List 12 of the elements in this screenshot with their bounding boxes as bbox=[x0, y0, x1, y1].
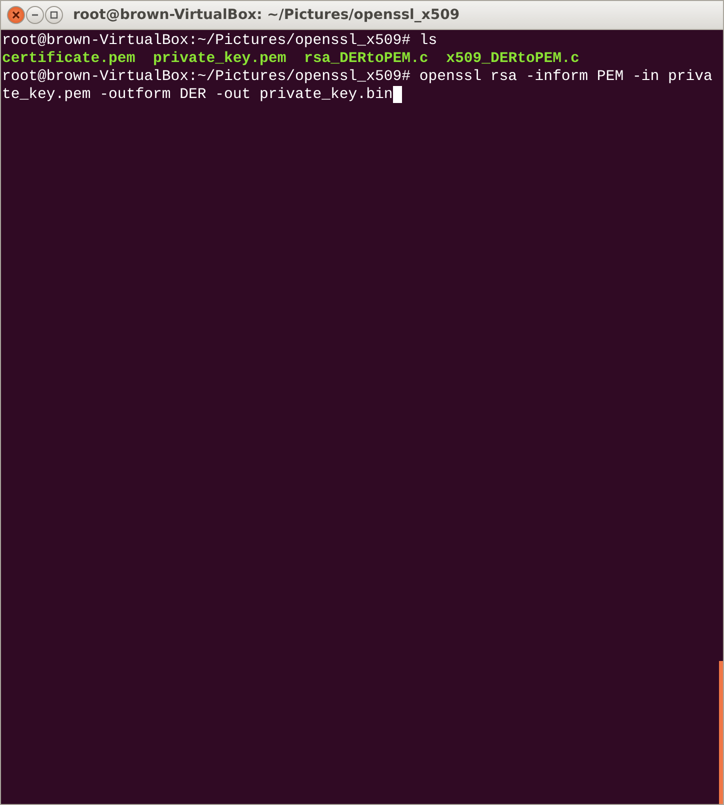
file-name: x509_DERtoPEM.c bbox=[446, 50, 580, 68]
maximize-button[interactable] bbox=[45, 6, 63, 24]
terminal-line: te_key.pem -outform DER -out private_key.bin bbox=[2, 86, 393, 104]
file-name: private_key.pem bbox=[153, 50, 286, 68]
terminal-line: root@brown-VirtualBox:~/Pictures/openssl_x509# ls bbox=[2, 32, 438, 50]
terminal-line: root@brown-VirtualBox:~/Pictures/openssl_x509# openssl rsa -inform PEM -in priva bbox=[2, 68, 712, 86]
close-icon bbox=[12, 11, 20, 19]
window-title: root@brown-VirtualBox: ~/Pictures/openssl_x509 bbox=[73, 7, 460, 23]
file-name: rsa_DERtoPEM.c bbox=[304, 50, 428, 68]
maximize-icon bbox=[50, 11, 58, 19]
file-name: certificate.pem bbox=[2, 50, 136, 68]
close-button[interactable] bbox=[7, 6, 25, 24]
